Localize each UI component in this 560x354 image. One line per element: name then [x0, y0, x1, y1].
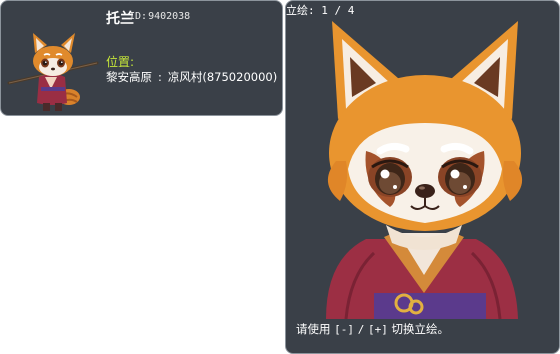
location-value: 黎安高原: 凉风村(875020000)	[106, 69, 277, 85]
location-town: 凉风村	[167, 70, 203, 84]
character-id-value: 9402038	[148, 11, 191, 22]
portrait-hint-suffix: 切换立绘。	[391, 322, 450, 336]
location-separator: :	[158, 70, 162, 84]
portrait-counter-current: 1	[321, 4, 328, 17]
location-label: 位置:	[106, 55, 135, 69]
character-info-panel: 托兰 ID:9402038 位置: 黎安高原: 凉风村(875020000)	[0, 0, 283, 116]
portrait-counter-total: 4	[347, 4, 355, 17]
portrait-prev-key: [-]	[334, 323, 355, 336]
red-panda-warrior-sprite-icon	[7, 33, 99, 111]
stage: 托兰 ID:9402038 位置: 黎安高原: 凉风村(875020000) 立绘…	[0, 0, 560, 354]
portrait-switch-hint: 请使用 [-] / [+] 切换立绘。	[296, 321, 449, 337]
red-panda-portrait-icon	[326, 21, 523, 319]
portrait-next-key: [+]	[367, 323, 388, 336]
character-id-label: ID:	[129, 11, 148, 22]
location-region: 黎安高原	[106, 70, 152, 84]
portrait-counter: 立绘: 1 / 4	[286, 2, 354, 18]
portrait-hint-prefix: 请使用	[296, 322, 331, 336]
portrait-hint-slash: /	[357, 323, 365, 336]
portrait-counter-label: 立绘:	[286, 4, 315, 17]
portrait-panel: 立绘: 1 / 4 请使用 [-] / [+] 切换立绘。	[285, 0, 560, 354]
portrait-counter-separator: /	[334, 4, 342, 17]
location-map-id: (875020000)	[202, 70, 278, 84]
character-id: ID:9402038	[129, 11, 190, 22]
